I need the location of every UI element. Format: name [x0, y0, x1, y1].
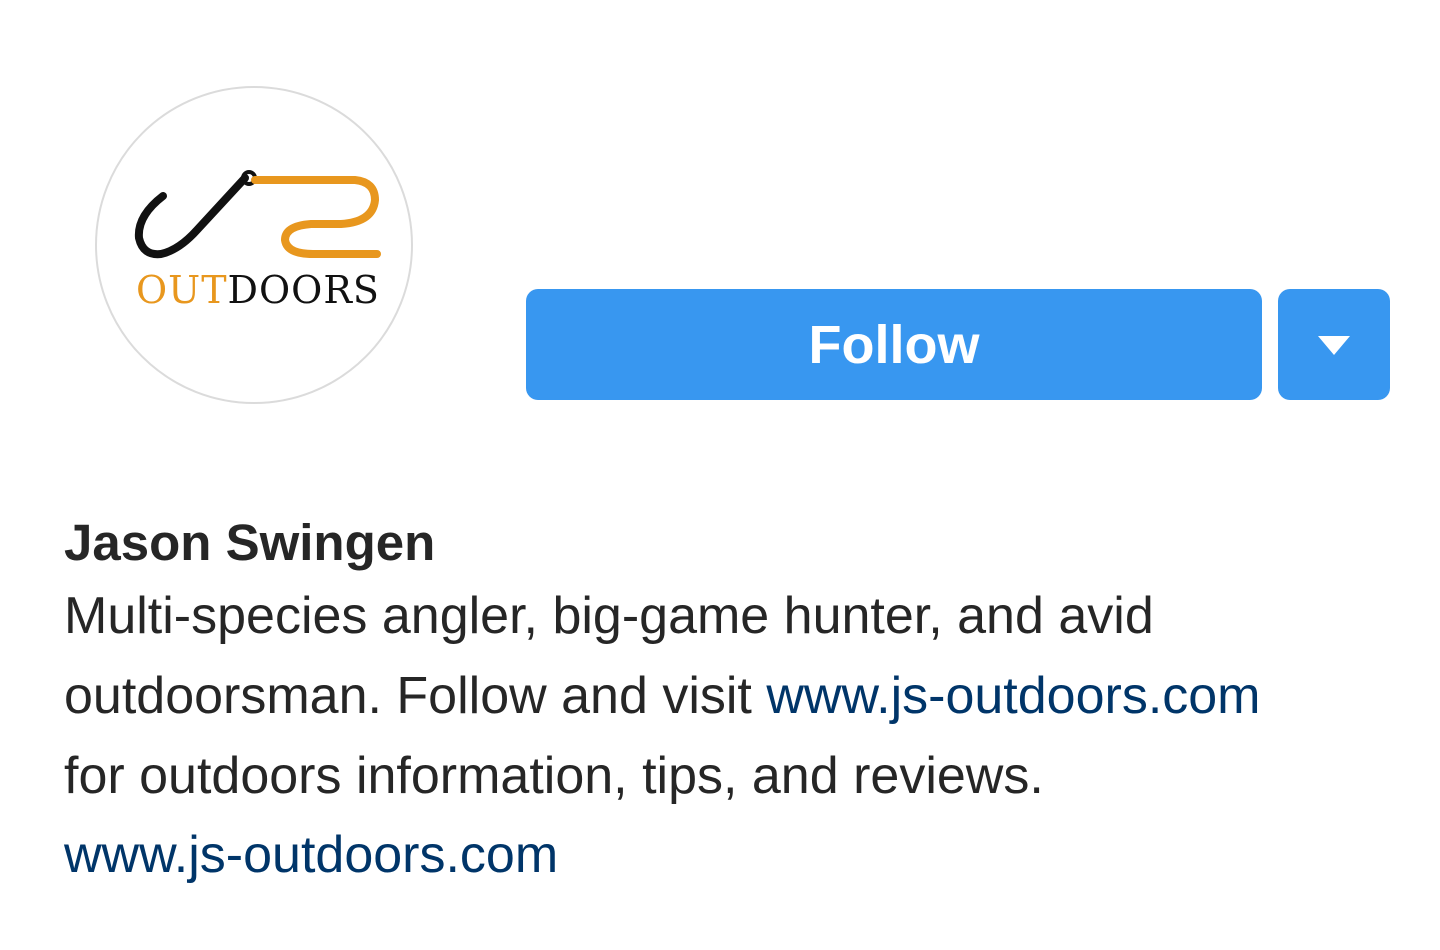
follow-button[interactable]: Follow	[526, 289, 1262, 400]
suggested-accounts-dropdown-button[interactable]	[1278, 289, 1390, 400]
profile-avatar[interactable]: OUTDOORS	[95, 86, 413, 404]
bio-website-link[interactable]: www.js-outdoors.com	[766, 667, 1260, 725]
profile-website-link[interactable]: www.js-outdoors.com	[64, 816, 558, 894]
bio-line-3: for outdoors information, tips, and revi…	[64, 747, 1044, 805]
bio-line-1: Multi-species angler, big-game hunter, a…	[64, 587, 1154, 645]
avatar-logo-text: OUTDOORS	[133, 268, 383, 312]
bio-line-2: outdoorsman. Follow and visit www.js-out…	[64, 656, 1404, 736]
fishing-hook-icon	[134, 170, 381, 259]
bio-line-2-text: outdoorsman. Follow and visit	[64, 667, 767, 725]
logo-text-doors: DOORS	[227, 268, 380, 312]
bio-text: Multi-species angler, big-game hunter, a…	[64, 576, 1404, 816]
profile-name: Jason Swingen	[64, 514, 436, 571]
logo-text-out: OUT	[136, 268, 228, 312]
caret-down-icon	[1318, 336, 1350, 355]
profile-bio: Jason Swingen Multi-species angler, big-…	[64, 510, 1404, 894]
